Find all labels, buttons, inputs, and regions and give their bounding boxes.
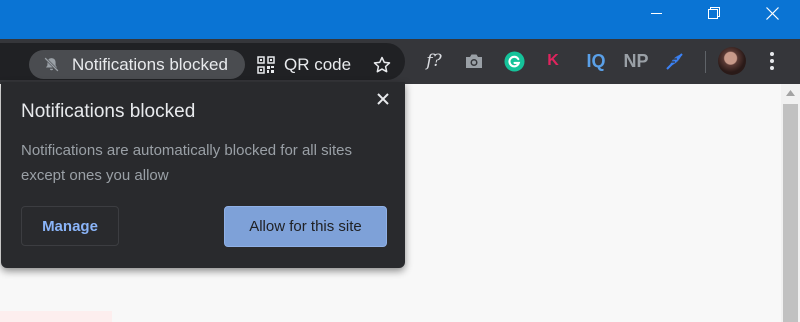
- chevron-up-icon: [786, 90, 795, 96]
- dialog-title: Notifications blocked: [21, 101, 196, 122]
- star-icon: [373, 56, 391, 73]
- close-window-button[interactable]: [743, 0, 800, 26]
- qr-code-label: QR code: [284, 55, 352, 74]
- qr-code-icon: [257, 56, 275, 74]
- bell-off-icon: [44, 57, 59, 72]
- menu-dot: [770, 59, 774, 63]
- scroll-up-button[interactable]: [781, 84, 800, 102]
- browser-menu-button[interactable]: [762, 49, 782, 73]
- iq-extension-icon[interactable]: IQ: [584, 50, 608, 72]
- dialog-description: Notifications are automatically blocked …: [21, 142, 352, 184]
- browser-toolbar: Notifications blocked QR code f? K IQ NP: [0, 39, 800, 84]
- restore-icon: [708, 7, 720, 19]
- grammarly-extension-icon[interactable]: [503, 50, 525, 72]
- fx-extension-icon[interactable]: f?: [422, 50, 446, 72]
- feather-extension-icon[interactable]: [664, 50, 686, 72]
- k-extension-icon[interactable]: K: [545, 50, 561, 72]
- chip-label: Notifications blocked: [72, 54, 228, 74]
- np-extension-icon[interactable]: NP: [623, 50, 649, 72]
- window-titlebar: [0, 0, 800, 39]
- profile-avatar[interactable]: [718, 47, 746, 75]
- restore-button[interactable]: [685, 0, 743, 26]
- feather-glyph: [666, 53, 683, 70]
- close-icon: [377, 93, 389, 105]
- camera-extension-icon[interactable]: [463, 50, 485, 72]
- menu-dot: [770, 52, 774, 56]
- camera-glyph: [466, 54, 482, 68]
- notifications-blocked-dialog: Notifications blocked Notifications are …: [1, 82, 405, 268]
- minimize-button[interactable]: [627, 0, 685, 26]
- grammarly-glyph: [503, 50, 525, 72]
- menu-dot: [770, 66, 774, 70]
- close-icon: [765, 6, 779, 20]
- bookmark-star-button[interactable]: [371, 54, 393, 76]
- qr-code-button[interactable]: QR code: [257, 52, 351, 78]
- manage-button[interactable]: Manage: [21, 206, 119, 246]
- scrollbar-thumb[interactable]: [783, 104, 798, 322]
- page-fragment: [0, 311, 112, 322]
- allow-for-this-site-button[interactable]: Allow for this site: [224, 206, 387, 247]
- omnibox[interactable]: Notifications blocked QR code: [0, 43, 405, 80]
- notifications-blocked-chip[interactable]: Notifications blocked: [29, 50, 245, 79]
- dialog-close-button[interactable]: [373, 89, 393, 109]
- toolbar-separator: [705, 51, 706, 73]
- minimize-icon: [650, 12, 662, 14]
